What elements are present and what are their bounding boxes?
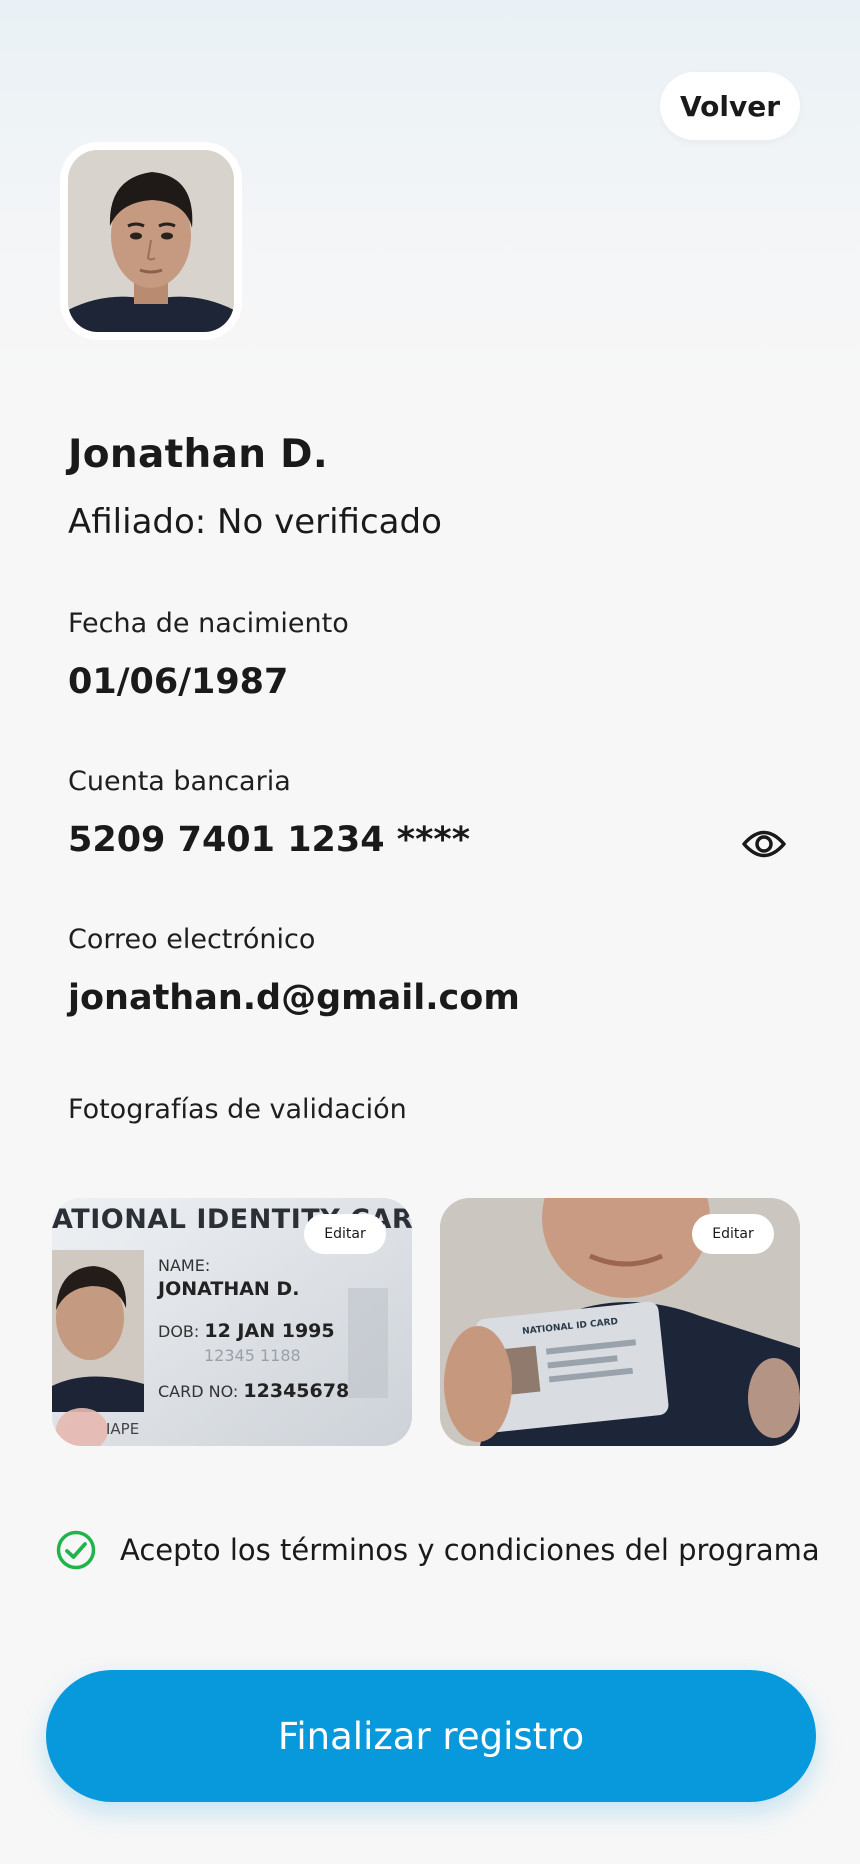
id-card-number-value: 12345678	[243, 1380, 350, 1402]
terms-label: Acepto los términos y condiciones del pr…	[120, 1533, 820, 1567]
id-card-number-row: CARD NO: 12345678	[158, 1380, 349, 1402]
id-card-number-label: CARD NO:	[158, 1382, 239, 1401]
check-circle-icon[interactable]	[56, 1530, 96, 1570]
id-card-number-faded: 12345 1188	[204, 1346, 301, 1365]
validation-photo-id-card[interactable]: ATIONAL IDENTITY CARD NAME: JONATHAN D. …	[52, 1198, 412, 1446]
finish-registration-button[interactable]: Finalizar registro	[46, 1670, 816, 1802]
back-button[interactable]: Volver	[660, 72, 800, 140]
id-card-dob-row: DOB: 12 JAN 1995	[158, 1320, 335, 1342]
eye-icon	[742, 830, 786, 858]
id-card-name-label: NAME:	[158, 1256, 211, 1275]
bank-account-value: 5209 7401 1234 ****	[68, 820, 471, 860]
email-label: Correo electrónico	[68, 924, 316, 955]
validation-photos-label: Fotografías de validación	[68, 1094, 407, 1125]
edit-photo-button[interactable]: Editar	[692, 1214, 774, 1254]
profile-avatar	[60, 142, 242, 340]
terms-checkbox-row[interactable]: Acepto los términos y condiciones del pr…	[56, 1530, 820, 1570]
id-card-name-value: JONATHAN D.	[158, 1278, 300, 1300]
toggle-visibility-button[interactable]	[740, 822, 788, 866]
birth-date-label: Fecha de nacimiento	[68, 608, 349, 639]
validation-photo-selfie[interactable]: NATIONAL ID CARD Editar	[440, 1198, 800, 1446]
affiliation-status: Afiliado: No verificado	[68, 502, 442, 542]
id-card-dob-value: 12 JAN 1995	[204, 1320, 335, 1342]
profile-name: Jonathan D.	[68, 432, 328, 477]
bank-account-label: Cuenta bancaria	[68, 766, 291, 797]
birth-date-value: 01/06/1987	[68, 662, 289, 702]
avatar-photo	[68, 150, 234, 332]
id-card-footer-text: IAPE	[106, 1420, 140, 1438]
edit-photo-button[interactable]: Editar	[304, 1214, 386, 1254]
email-value: jonathan.d@gmail.com	[68, 978, 520, 1018]
id-card-dob-label: DOB:	[158, 1322, 200, 1341]
